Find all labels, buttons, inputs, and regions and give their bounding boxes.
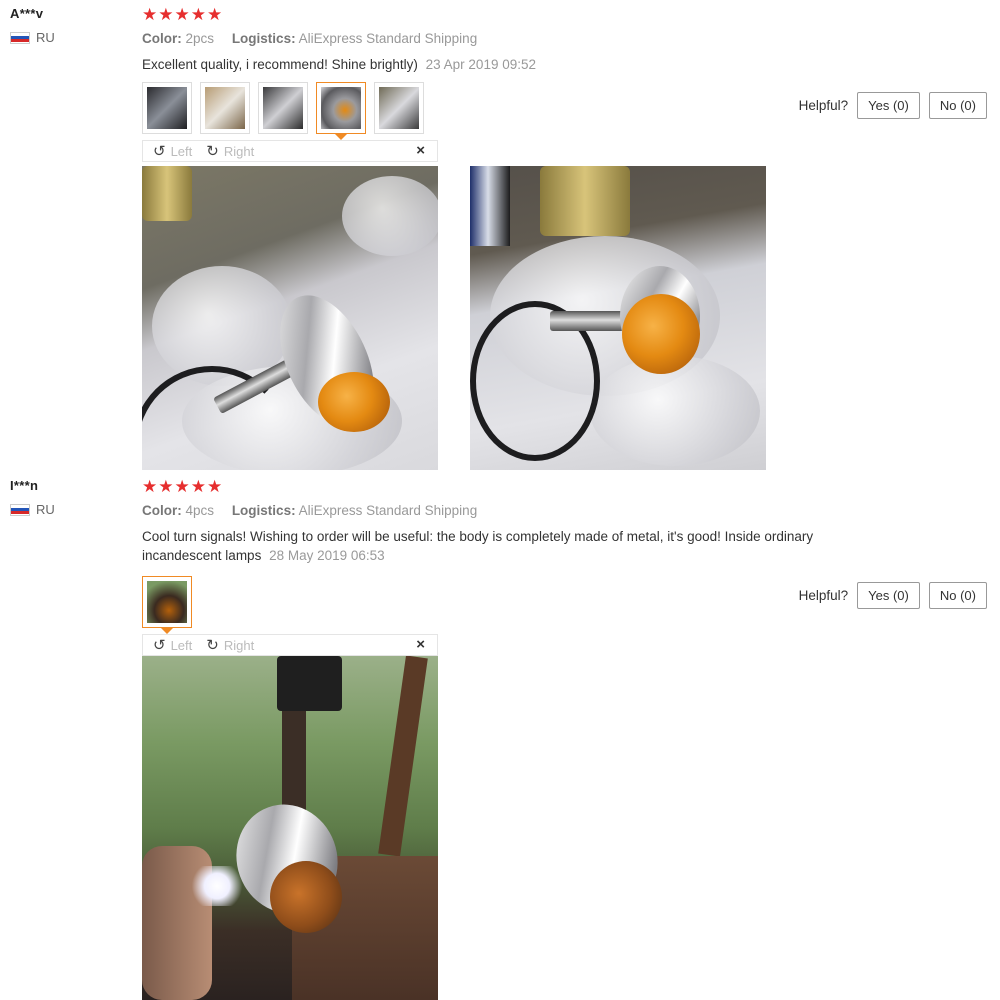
photo-thumbnail[interactable] <box>258 82 308 134</box>
russia-flag-icon <box>10 31 30 44</box>
turn-signal-lens <box>318 372 390 432</box>
russia-flag-icon <box>10 503 30 516</box>
review-1: A***v RU ★★★★★ Color: 2pcs Logistics: Al… <box>0 6 1000 476</box>
logistics-value: AliExpress Standard Shipping <box>298 503 478 518</box>
review-comment: Excellent quality, i recommend! Shine br… <box>142 57 418 72</box>
order-info: Color: 4pcs Logistics: AliExpress Standa… <box>142 503 992 518</box>
close-icon[interactable]: × <box>416 142 425 159</box>
rotate-left-label: Left <box>170 637 193 653</box>
rotate-right-button[interactable]: ↻ Right <box>206 636 254 654</box>
rotate-left-button[interactable]: ↺ Left <box>153 636 192 654</box>
helpful-label: Helpful? <box>798 588 849 603</box>
review-body: ★★★★★ Color: 4pcs Logistics: AliExpress … <box>142 478 992 656</box>
mount-bolt <box>550 311 630 331</box>
rotate-right-icon: ↻ <box>206 143 219 160</box>
photo-thumbnail[interactable] <box>200 82 250 134</box>
country-code: RU <box>36 502 55 517</box>
star-rating: ★★★★★ <box>142 477 224 496</box>
photo-viewer-toolbar: ↺ Left ↻ Right × <box>142 140 438 162</box>
turn-signal-lens <box>270 861 342 933</box>
review-date: 28 May 2019 06:53 <box>269 548 385 563</box>
color-label: Color: <box>142 31 182 46</box>
reviewer-country: RU <box>10 502 130 517</box>
review-text: Excellent quality, i recommend! Shine br… <box>142 55 872 74</box>
helpful-no-button[interactable]: No (0) <box>928 582 987 609</box>
rotate-left-icon: ↺ <box>153 143 166 160</box>
turn-signal-lens <box>622 294 700 374</box>
photo-thumbnail[interactable] <box>374 82 424 134</box>
photo-thumbnail[interactable] <box>142 82 192 134</box>
star-rating: ★★★★★ <box>142 5 224 24</box>
review-photo-large[interactable] <box>142 656 438 1000</box>
review-comment: Cool turn signals! Wishing to order will… <box>142 529 814 563</box>
logistics-value: AliExpress Standard Shipping <box>298 31 478 46</box>
bubble-wrap <box>342 176 438 256</box>
color-label: Color: <box>142 503 182 518</box>
order-info: Color: 2pcs Logistics: AliExpress Standa… <box>142 31 992 46</box>
helpful-yes-button[interactable]: Yes (0) <box>857 582 920 609</box>
photo-thumbnail-active[interactable] <box>316 82 366 140</box>
reviewer-country: RU <box>10 30 130 45</box>
background-object <box>142 166 192 221</box>
color-value: 2pcs <box>185 31 215 46</box>
helpful-votes: Helpful? Yes (0) No (0) <box>799 582 987 609</box>
review-2: I***n RU ★★★★★ Color: 4pcs Logistics: Al… <box>0 478 1000 1000</box>
rotate-right-icon: ↻ <box>206 637 219 654</box>
logistics-label: Logistics: <box>231 31 296 46</box>
review-photo-large[interactable] <box>470 166 766 470</box>
country-code: RU <box>36 30 55 45</box>
review-photo-large[interactable] <box>142 166 438 470</box>
close-icon[interactable]: × <box>416 636 425 653</box>
rotate-left-icon: ↺ <box>153 637 166 654</box>
rotate-right-label: Right <box>223 143 255 159</box>
photo-viewer-toolbar: ↺ Left ↻ Right × <box>142 634 438 656</box>
background-bottle <box>470 166 510 246</box>
reviewer-info: I***n RU <box>10 478 130 517</box>
background-object <box>540 166 630 236</box>
reviewer-name: A***v <box>10 6 44 21</box>
helpful-yes-button[interactable]: Yes (0) <box>857 92 920 119</box>
logistics-label: Logistics: <box>231 503 296 518</box>
bubble-wrap <box>590 356 760 466</box>
reviewer-name: I***n <box>10 478 39 493</box>
rotate-right-button[interactable]: ↻ Right <box>206 142 254 160</box>
rotate-right-label: Right <box>223 637 255 653</box>
review-date: 23 Apr 2019 09:52 <box>425 57 536 72</box>
review-text: Cool turn signals! Wishing to order will… <box>142 527 872 565</box>
rotate-left-label: Left <box>170 143 193 159</box>
review-body: ★★★★★ Color: 2pcs Logistics: AliExpress … <box>142 6 992 162</box>
reviewer-info: A***v RU <box>10 6 130 45</box>
color-value: 4pcs <box>185 503 215 518</box>
background-frame <box>378 656 428 857</box>
photo-thumbnail-active[interactable] <box>142 576 192 634</box>
background-speaker <box>277 656 342 711</box>
helpful-label: Helpful? <box>798 98 849 113</box>
helpful-votes: Helpful? Yes (0) No (0) <box>799 92 987 119</box>
rotate-left-button[interactable]: ↺ Left <box>153 142 192 160</box>
helpful-no-button[interactable]: No (0) <box>928 92 987 119</box>
